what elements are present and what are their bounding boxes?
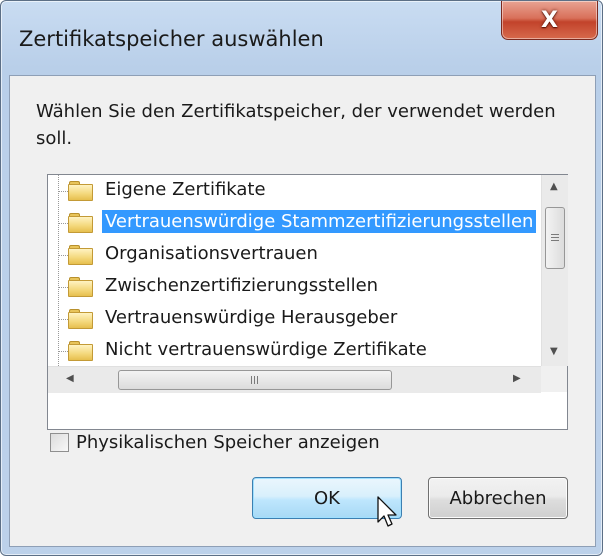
- folder-icon: [68, 213, 93, 233]
- folder-icon: [68, 181, 93, 201]
- scroll-up-icon[interactable]: ▲: [550, 181, 558, 192]
- tree-view: Eigene Zertifikate Vertrauenswürdige Sta…: [48, 175, 541, 366]
- dialog-window: Zertifikatspeicher auswählen X Wählen Si…: [0, 0, 603, 556]
- title-bar[interactable]: Zertifikatspeicher auswählen X: [1, 1, 602, 75]
- folder-icon: [68, 341, 93, 361]
- tree-item[interactable]: Organisationsvertrauen: [48, 239, 541, 271]
- close-icon: X: [541, 7, 558, 33]
- horizontal-scroll-thumb[interactable]: [118, 370, 392, 390]
- tree-item-label: Eigene Zertifikate: [105, 179, 266, 200]
- folder-icon: [68, 309, 93, 329]
- tree-item[interactable]: Zwischenzertifizierungsstellen: [48, 271, 541, 303]
- tree-item-label: Vertrauenswürdige Stammzertifizierungsst…: [102, 210, 537, 233]
- scroll-right-icon[interactable]: ▶: [513, 373, 521, 384]
- dialog-title: Zertifikatspeicher auswählen: [19, 27, 324, 51]
- tree-item-label: Organisationsvertrauen: [105, 243, 318, 264]
- instruction-text: Wählen Sie den Zertifikatspeicher, der v…: [36, 101, 556, 149]
- show-physical-store-option[interactable]: Physikalischen Speicher anzeigen: [50, 429, 380, 455]
- vertical-scroll-thumb[interactable]: [545, 207, 565, 269]
- mouse-cursor-icon: [377, 496, 397, 527]
- tree-item[interactable]: Vertrauenswürdige Herausgeber: [48, 303, 541, 335]
- vertical-scrollbar[interactable]: ▲ ▼: [541, 175, 568, 366]
- dialog-content: Wählen Sie den Zertifikatspeicher, der v…: [9, 75, 596, 547]
- tree-item[interactable]: Eigene Zertifikate: [48, 175, 541, 207]
- tree-item-selected[interactable]: Vertrauenswürdige Stammzertifizierungsst…: [48, 207, 541, 239]
- tree-item-label: Nicht vertrauenswürdige Zertifikate: [105, 339, 427, 360]
- folder-icon: [68, 277, 93, 297]
- checkbox-label: Physikalischen Speicher anzeigen: [76, 431, 380, 453]
- tree-item-label: Zwischenzertifizierungsstellen: [105, 275, 379, 296]
- cancel-button[interactable]: Abbrechen: [428, 477, 568, 519]
- certificate-store-list[interactable]: Eigene Zertifikate Vertrauenswürdige Sta…: [47, 174, 568, 430]
- close-button[interactable]: X: [501, 1, 598, 40]
- tree-item[interactable]: Nicht vertrauenswürdige Zertifikate: [48, 335, 541, 366]
- horizontal-scrollbar[interactable]: ◀ ▶: [48, 366, 541, 393]
- scroll-down-icon[interactable]: ▼: [550, 346, 558, 357]
- folder-icon: [68, 245, 93, 265]
- show-physical-store-checkbox[interactable]: [50, 432, 69, 452]
- tree-item-label: Vertrauenswürdige Herausgeber: [105, 307, 398, 328]
- scrollbar-corner: [541, 366, 567, 392]
- scroll-left-icon[interactable]: ◀: [66, 373, 74, 384]
